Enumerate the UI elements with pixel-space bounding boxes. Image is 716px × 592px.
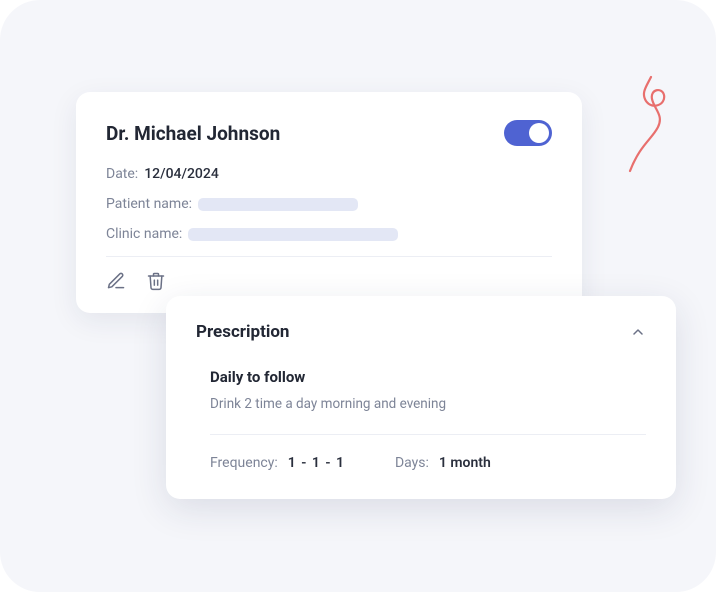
active-toggle[interactable] [504, 120, 552, 146]
daily-title: Daily to follow [210, 368, 646, 386]
clinic-name-placeholder [188, 228, 398, 241]
card-actions [106, 271, 552, 291]
patient-name-placeholder [198, 198, 358, 211]
doctor-name: Dr. Michael Johnson [106, 122, 280, 145]
prescription-header[interactable]: Prescription [196, 322, 646, 342]
daily-description: Drink 2 time a day morning and evening [210, 396, 646, 412]
date-value: 12/04/2024 [144, 166, 219, 182]
clinic-row: Clinic name: [106, 226, 552, 242]
days-group: Days: 1 month [395, 455, 491, 471]
date-label: Date: [106, 166, 138, 182]
date-row: Date: 12/04/2024 [106, 166, 552, 182]
patient-name-label: Patient name: [106, 196, 192, 212]
edit-icon[interactable] [106, 271, 126, 291]
trash-icon[interactable] [146, 271, 166, 291]
frequency-label: Frequency: [210, 455, 278, 471]
divider [106, 256, 552, 257]
canvas: Dr. Michael Johnson Date: 12/04/2024 Pat… [0, 0, 716, 592]
doctor-card: Dr. Michael Johnson Date: 12/04/2024 Pat… [76, 92, 582, 313]
chevron-up-icon[interactable] [630, 324, 646, 340]
days-label: Days: [395, 455, 429, 471]
decorative-squiggle [616, 75, 686, 175]
frequency-row: Frequency: 1 - 1 - 1 Days: 1 month [210, 455, 646, 471]
doctor-card-header: Dr. Michael Johnson [106, 120, 552, 146]
frequency-value: 1 - 1 - 1 [288, 455, 345, 471]
prescription-card: Prescription Daily to follow Drink 2 tim… [166, 296, 676, 499]
clinic-name-label: Clinic name: [106, 226, 182, 242]
toggle-knob [529, 123, 549, 143]
prescription-title: Prescription [196, 322, 289, 342]
patient-row: Patient name: [106, 196, 552, 212]
prescription-body: Daily to follow Drink 2 time a day morni… [196, 368, 646, 471]
days-value: 1 month [439, 455, 491, 471]
frequency-group: Frequency: 1 - 1 - 1 [210, 455, 345, 471]
divider [210, 434, 646, 435]
